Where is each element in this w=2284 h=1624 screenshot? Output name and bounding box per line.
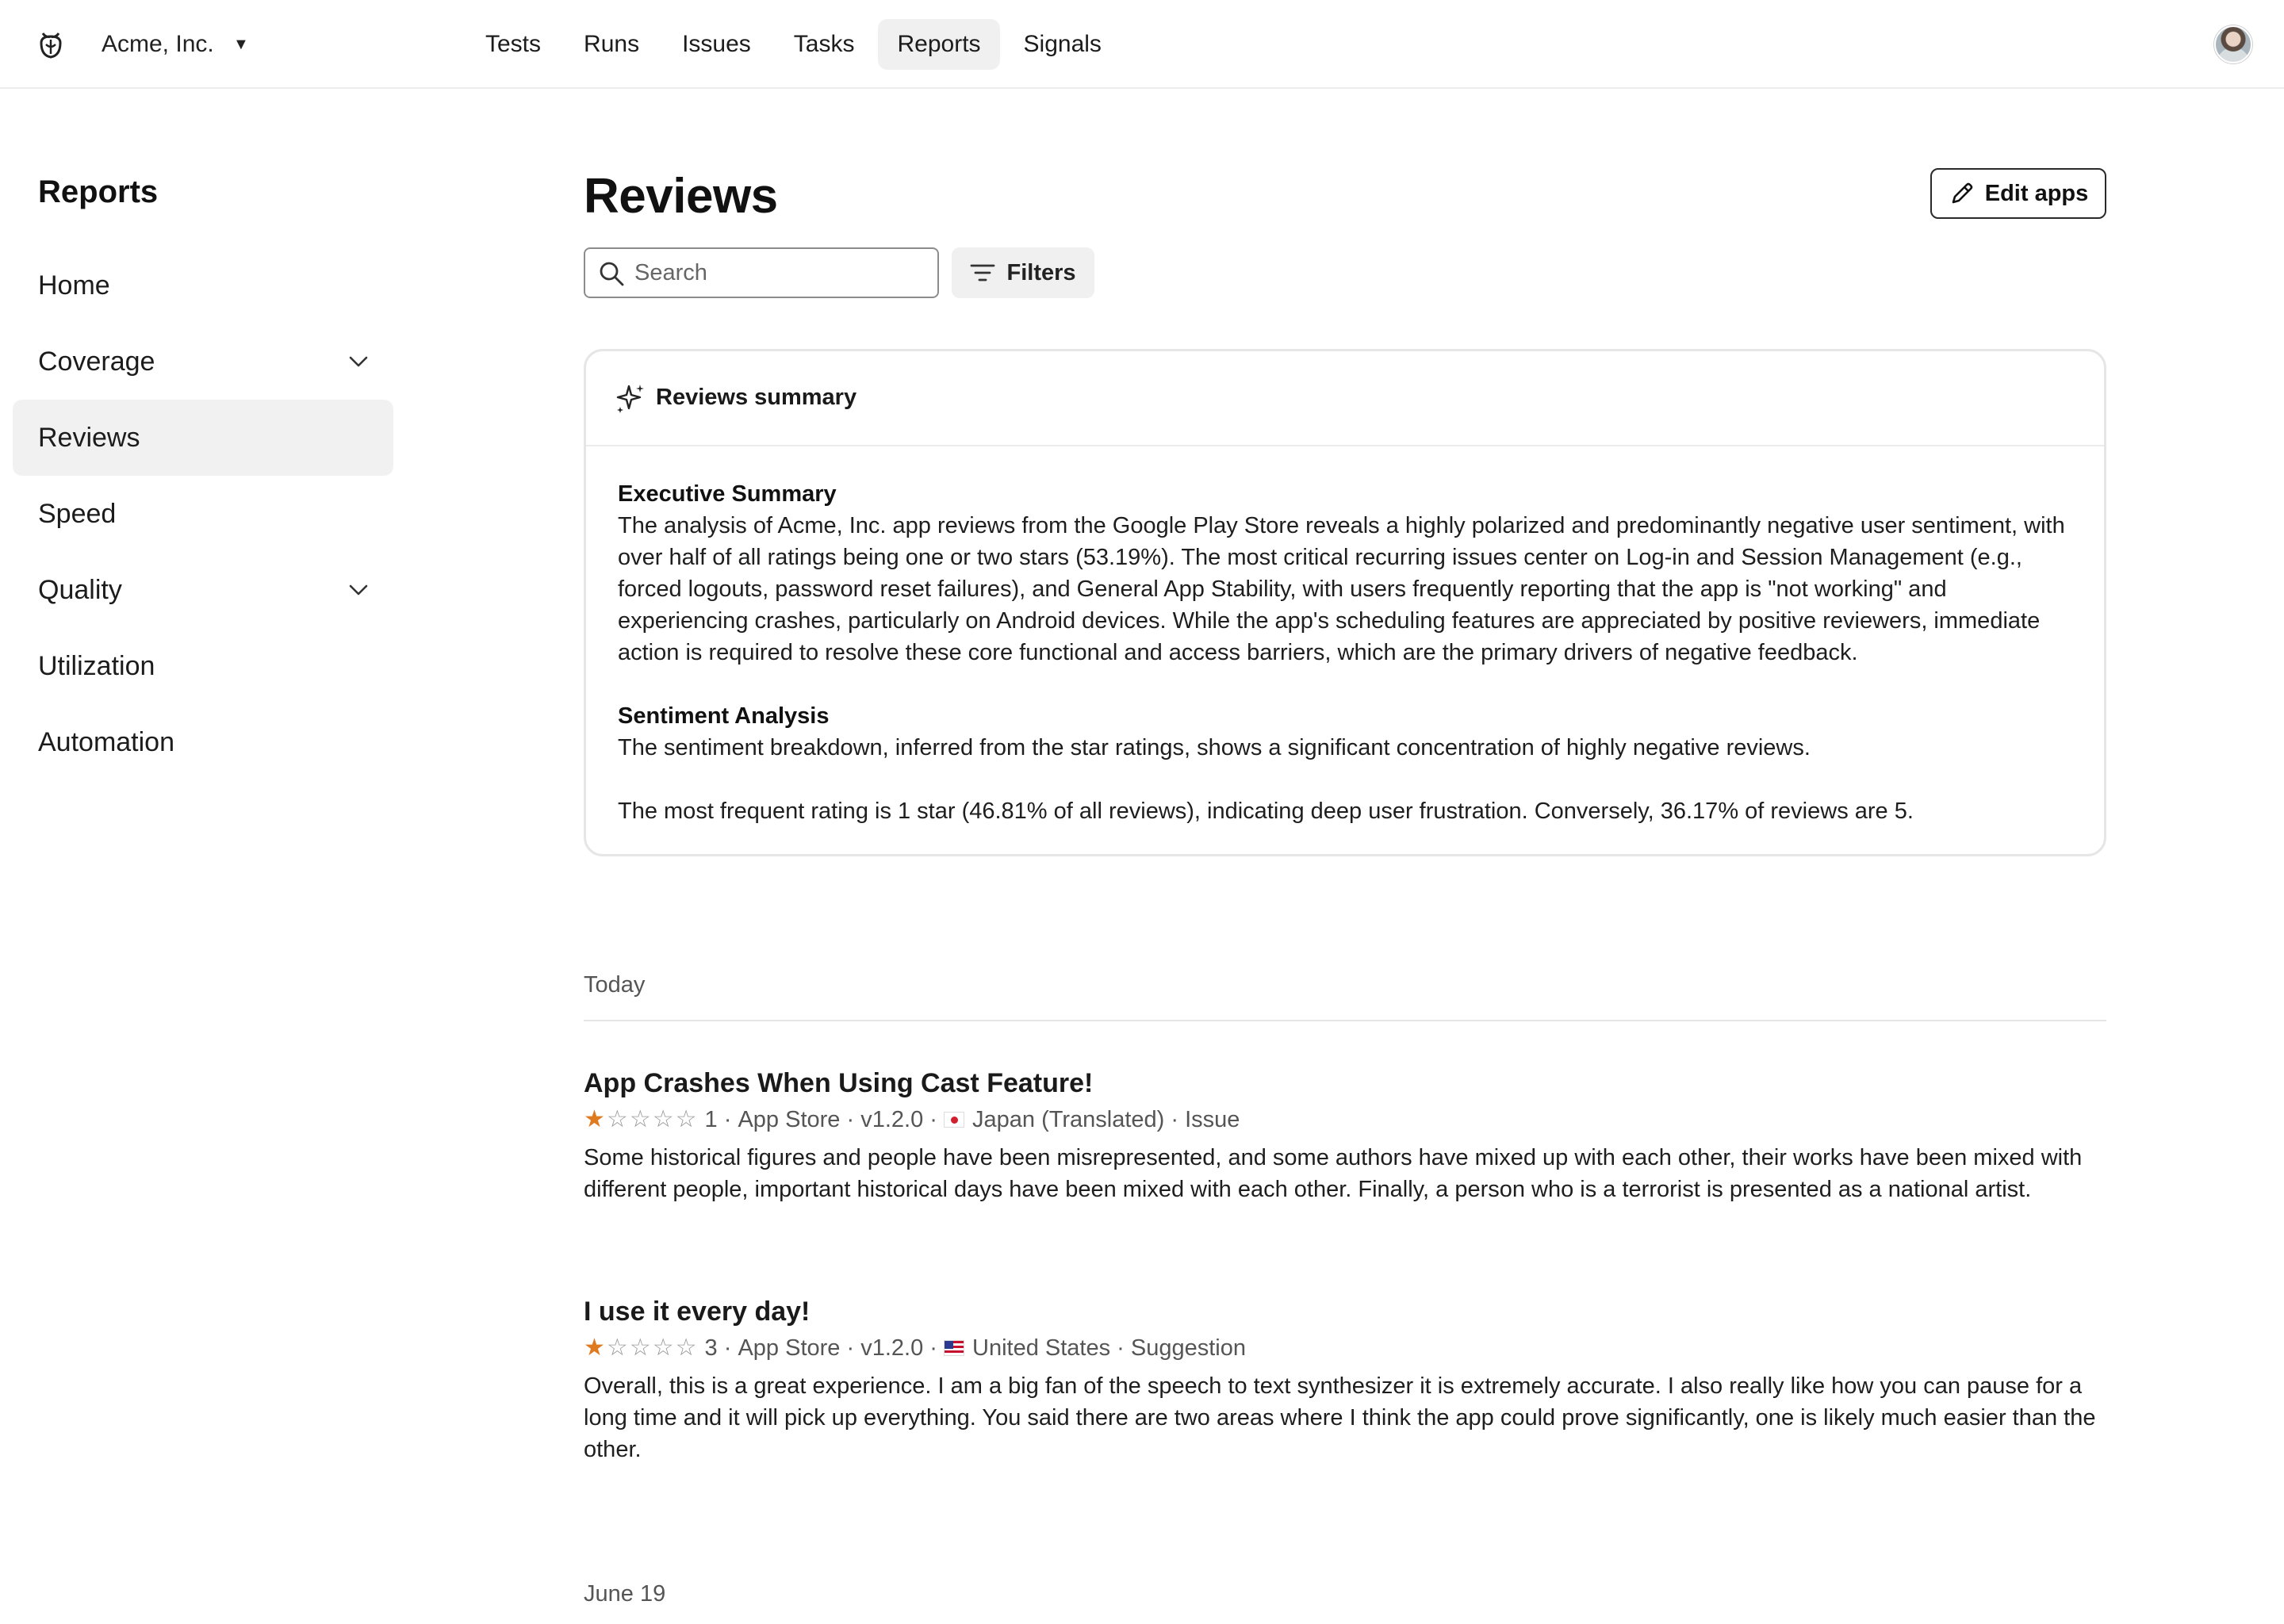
- review-meta: ★ ☆ ☆ ☆ ☆ 1 · App Store · v1.2.0 · Japan (Tr…: [584, 1104, 2106, 1136]
- review-meta: ★ ☆ ☆ ☆ ☆ 3 · App Store · v1.2.0 · United St…: [584, 1332, 2106, 1364]
- sidebar-item-coverage[interactable]: Coverage: [13, 324, 393, 400]
- star-empty-icon: ☆: [629, 1335, 651, 1361]
- executive-summary-heading: Executive Summary: [618, 481, 837, 507]
- chevron-down-icon[interactable]: [347, 579, 370, 601]
- edit-apps-label: Edit apps: [1984, 180, 2089, 206]
- sentiment-analysis-heading: Sentiment Analysis: [618, 703, 830, 729]
- page-title: Reviews: [584, 169, 778, 224]
- filters-label: Filters: [1006, 259, 1076, 285]
- sparkles-icon: [616, 385, 644, 413]
- search-input[interactable]: [634, 257, 928, 289]
- review-title[interactable]: App Crashes When Using Cast Feature!: [584, 1066, 2106, 1101]
- search-icon: [600, 262, 624, 286]
- review-category: Issue: [1185, 1107, 1240, 1132]
- rating-value: 1: [704, 1107, 718, 1132]
- japan-flag-icon: [944, 1112, 964, 1128]
- star-empty-icon: ☆: [629, 1106, 651, 1132]
- us-flag-icon: [944, 1340, 964, 1356]
- sidebar-item-label: Home: [38, 270, 110, 301]
- nav-tests[interactable]: Tests: [466, 19, 560, 70]
- search-box[interactable]: [584, 247, 939, 298]
- review-item[interactable]: App Crashes When Using Cast Feature! ★ ☆ ☆…: [584, 1066, 2106, 1205]
- date-group-label: June 19: [584, 1581, 666, 1607]
- sidebar-item-label: Coverage: [38, 346, 155, 377]
- nav-issues[interactable]: Issues: [663, 19, 770, 70]
- user-avatar[interactable]: [2214, 25, 2252, 63]
- review-body: Some historical figures and people have …: [584, 1145, 2083, 1202]
- sidebar-item-quality[interactable]: Quality: [13, 552, 393, 628]
- filter-icon: [971, 264, 995, 282]
- summary-header: Reviews summary: [586, 351, 2104, 446]
- review-country: United States: [972, 1335, 1111, 1361]
- nav-signals[interactable]: Signals: [1005, 19, 1121, 70]
- divider: [584, 1020, 2106, 1021]
- store-name: App Store: [738, 1335, 841, 1361]
- sidebar-item-automation[interactable]: Automation: [13, 704, 393, 780]
- star-rating: ★ ☆ ☆ ☆ ☆: [584, 1104, 697, 1136]
- sidebar-title: Reports: [38, 174, 159, 209]
- nav-tasks[interactable]: Tasks: [775, 19, 874, 70]
- sidebar-item-utilization[interactable]: Utilization: [13, 628, 393, 704]
- sidebar-item-label: Reviews: [38, 422, 140, 453]
- pencil-icon: [1952, 182, 1973, 204]
- review-item[interactable]: I use it every day! ★ ☆ ☆ ☆ ☆ 3 · App Store …: [584, 1294, 2106, 1465]
- star-filled-icon: ★: [584, 1106, 605, 1132]
- app-version: v1.2.0: [860, 1335, 924, 1361]
- review-body: Overall, this is a great experience. I a…: [584, 1373, 2096, 1462]
- sidebar-item-label: Utilization: [38, 650, 155, 681]
- star-empty-icon: ☆: [606, 1335, 628, 1361]
- star-empty-icon: ☆: [675, 1335, 697, 1361]
- summary-body: Executive Summary The analysis of Acme, …: [618, 478, 2077, 827]
- star-empty-icon: ☆: [606, 1106, 628, 1132]
- star-filled-icon: ★: [584, 1335, 605, 1361]
- nav-reports[interactable]: Reports: [878, 19, 1000, 70]
- sentiment-analysis-text: The sentiment breakdown, inferred from t…: [618, 735, 1811, 760]
- review-title[interactable]: I use it every day!: [584, 1294, 2106, 1329]
- review-category: Suggestion: [1130, 1335, 1247, 1361]
- nav-runs[interactable]: Runs: [565, 19, 658, 70]
- sidebar-item-home[interactable]: Home: [13, 247, 393, 324]
- rating-value: 3: [704, 1335, 718, 1361]
- date-group-label: Today: [584, 972, 646, 998]
- summary-title: Reviews summary: [656, 385, 857, 410]
- filters-button[interactable]: Filters: [952, 247, 1094, 298]
- star-rating: ★ ☆ ☆ ☆ ☆: [584, 1332, 697, 1364]
- primary-nav: Tests Runs Issues Tasks Reports Signals: [466, 19, 1121, 70]
- acme-logo-icon[interactable]: [35, 29, 67, 60]
- sidebar-item-reviews[interactable]: Reviews: [13, 400, 393, 476]
- edit-apps-button[interactable]: Edit apps: [1930, 168, 2106, 219]
- executive-summary-text: The analysis of Acme, Inc. app reviews f…: [618, 513, 2065, 665]
- app-version: v1.2.0: [860, 1107, 924, 1132]
- caret-down-icon[interactable]: ▼: [233, 29, 249, 60]
- star-empty-icon: ☆: [652, 1106, 674, 1132]
- sidebar-item-speed[interactable]: Speed: [13, 476, 393, 552]
- star-empty-icon: ☆: [652, 1335, 674, 1361]
- star-empty-icon: ☆: [675, 1106, 697, 1132]
- sidebar-item-label: Speed: [38, 498, 117, 529]
- sidebar-item-label: Automation: [38, 726, 174, 757]
- rating-frequency-text: The most frequent rating is 1 star (46.8…: [618, 799, 1914, 824]
- sidebar-item-label: Quality: [38, 574, 122, 605]
- reviews-summary-card: Reviews summary Executive Summary The an…: [584, 349, 2106, 856]
- org-switcher[interactable]: Acme, Inc.: [102, 29, 214, 60]
- top-bar: Acme, Inc. ▼ Tests Runs Issues Tasks Rep…: [0, 0, 2284, 89]
- store-name: App Store: [738, 1107, 841, 1132]
- chevron-down-icon[interactable]: [347, 350, 370, 373]
- review-country: Japan (Translated): [972, 1107, 1165, 1132]
